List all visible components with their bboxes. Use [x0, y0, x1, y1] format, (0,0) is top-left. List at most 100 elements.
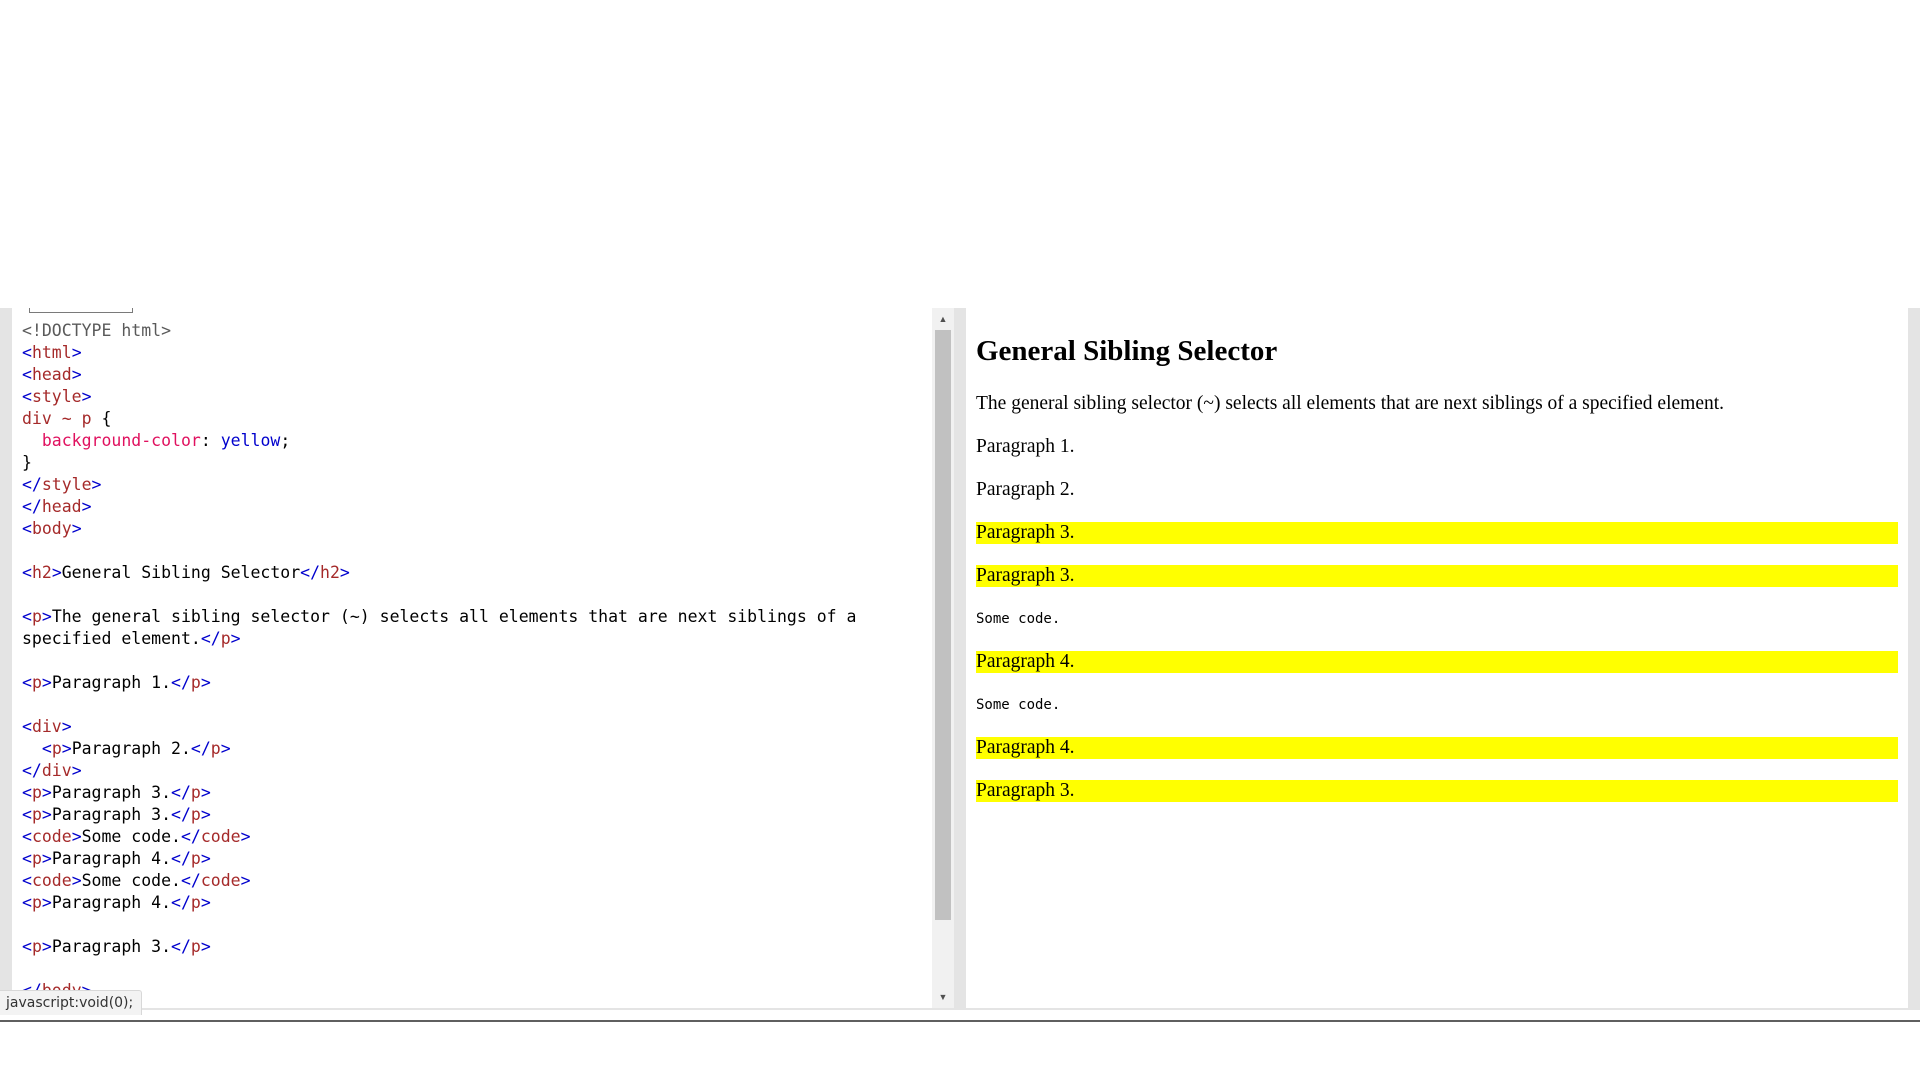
- triangle-up-icon[interactable]: ▲: [932, 310, 954, 328]
- code-line: ​: [22, 914, 856, 936]
- code-token: >: [200, 805, 211, 824]
- code-token: >: [71, 343, 82, 362]
- code-line: <body>: [22, 518, 856, 540]
- code-token: p: [190, 937, 201, 956]
- code-line: <p>Paragraph 4.</p>: [22, 848, 856, 870]
- code-token: <: [22, 519, 32, 538]
- code-token: >: [200, 673, 211, 692]
- code-token: code: [200, 827, 241, 846]
- code-token: Paragraph 2.: [71, 739, 191, 758]
- link-status-bar: javascript:void(0);: [0, 990, 143, 1015]
- code-line: background-color: yellow;: [22, 430, 856, 452]
- code-token: head: [31, 365, 72, 384]
- code-token: Some code.: [81, 827, 181, 846]
- code-token: p: [190, 849, 201, 868]
- code-token: >: [41, 607, 52, 626]
- code-token: code: [31, 827, 72, 846]
- code-token: p: [31, 805, 42, 824]
- code-token: >: [81, 497, 92, 516]
- code-line: <p>Paragraph 2.</p>: [22, 738, 856, 760]
- code-line: }: [22, 452, 856, 474]
- code-token: </: [200, 629, 221, 648]
- code-token: </: [171, 849, 191, 868]
- code-token: div ~ p: [22, 409, 92, 428]
- code-token: >: [91, 475, 102, 494]
- code-token: Paragraph 1.: [51, 673, 172, 692]
- code-token: >: [220, 739, 231, 758]
- code-token: </: [190, 739, 211, 758]
- code-token: head: [41, 497, 82, 516]
- code-line: <!DOCTYPE html>: [22, 320, 856, 342]
- code-token: >: [41, 849, 52, 868]
- code-token: p: [31, 937, 42, 956]
- code-line: <h2>General Sibling Selector</h2>: [22, 562, 856, 584]
- code-token: <: [22, 937, 32, 956]
- code-token: p: [51, 739, 62, 758]
- code-token: div: [41, 761, 72, 780]
- code-token: <!DOCTYPE html>: [22, 321, 172, 340]
- code-token: <: [22, 783, 32, 802]
- result-paragraph: Paragraph 3.: [976, 565, 1898, 587]
- code-line: ​: [22, 540, 856, 562]
- code-token: </: [171, 783, 191, 802]
- code-line: <p>Paragraph 1.</p>: [22, 672, 856, 694]
- code-line: </body>: [22, 980, 856, 1002]
- editor-scrollbar[interactable]: ▲ ▼: [932, 308, 954, 1008]
- code-token: >: [61, 739, 72, 758]
- editor-tab-stub: [29, 308, 133, 313]
- code-line: <code>Some code.</code>: [22, 870, 856, 892]
- code-token: {: [91, 409, 112, 428]
- scrollbar-thumb[interactable]: [935, 330, 951, 920]
- result-paragraph: Paragraph 3.: [976, 780, 1898, 802]
- code-token: >: [71, 761, 82, 780]
- code-line: <p>Paragraph 3.</p>: [22, 936, 856, 958]
- code-token: Paragraph 3.: [51, 783, 172, 802]
- code-token: specified element.: [22, 629, 201, 648]
- result-preview: General Sibling Selector The general sib…: [966, 308, 1908, 1008]
- code-token: >: [200, 849, 211, 868]
- code-token: div: [31, 717, 62, 736]
- code-line: specified element.</p>: [22, 628, 856, 650]
- result-paragraph: Paragraph 3.: [976, 522, 1898, 544]
- code-token: >: [71, 365, 82, 384]
- code-token: Paragraph 3.: [51, 937, 172, 956]
- code-token: <: [22, 673, 32, 692]
- code-token: >: [41, 673, 52, 692]
- code-token: <: [22, 827, 32, 846]
- bottom-divider: [0, 1020, 1920, 1022]
- code-editor[interactable]: <!DOCTYPE html> <html> <head> <style> div ~ …: [12, 308, 954, 1008]
- code-line: </head>: [22, 496, 856, 518]
- code-token: code: [31, 871, 72, 890]
- code-line: <html>: [22, 342, 856, 364]
- code-token: p: [190, 673, 201, 692]
- code-token: >: [200, 783, 211, 802]
- code-token: <: [22, 849, 32, 868]
- code-token: </: [180, 827, 201, 846]
- code-token: <: [22, 805, 32, 824]
- code-text[interactable]: <!DOCTYPE html> <html> <head> <style> div ~ …: [22, 320, 856, 1002]
- code-token: <: [22, 343, 32, 362]
- code-token: </: [171, 673, 191, 692]
- result-paragraph: Paragraph 1.: [976, 436, 1075, 457]
- code-line: <p>Paragraph 4.</p>: [22, 892, 856, 914]
- triangle-down-icon[interactable]: ▼: [932, 988, 954, 1006]
- code-token: >: [230, 629, 241, 648]
- code-token: }: [22, 453, 32, 472]
- code-token: h2: [320, 563, 340, 582]
- result-items: Paragraph 1. Paragraph 2. Paragraph 3. Para…: [976, 436, 1898, 802]
- code-token: >: [81, 387, 92, 406]
- code-token: </: [180, 871, 201, 890]
- code-token: p: [31, 893, 42, 912]
- code-token: p: [190, 805, 201, 824]
- tryit-workspace: <!DOCTYPE html> <html> <head> <style> div ~ …: [0, 308, 1920, 1010]
- result-paragraph: Paragraph 2.: [976, 479, 1075, 500]
- code-token: p: [190, 893, 201, 912]
- result-code: Some code.: [976, 697, 1061, 713]
- code-line: <div>: [22, 716, 856, 738]
- result-heading: General Sibling Selector: [976, 335, 1278, 367]
- code-token: style: [41, 475, 92, 494]
- result-code: Some code.: [976, 611, 1061, 627]
- code-token: Paragraph 4.: [51, 893, 172, 912]
